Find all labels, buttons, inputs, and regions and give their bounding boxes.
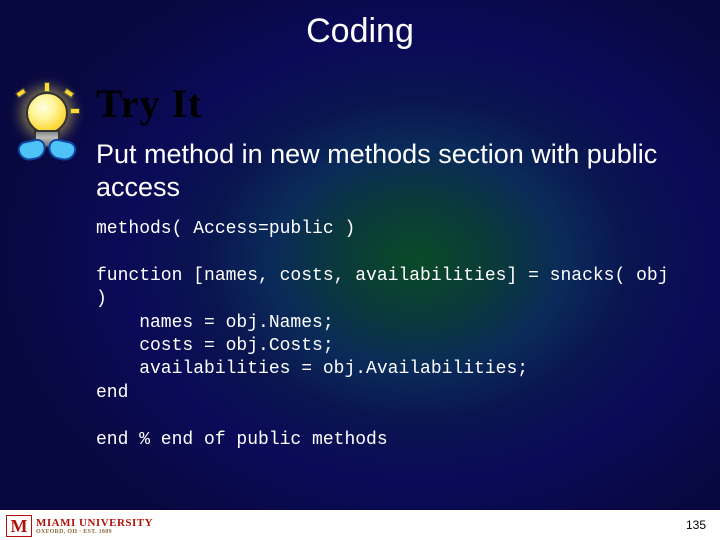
instruction-text: Put method in new methods section with p… xyxy=(96,138,690,204)
logo-name: MIAMI UNIVERSITY xyxy=(36,517,153,529)
try-it-heading: Try It xyxy=(96,80,202,127)
footer-bar: M MIAMI UNIVERSITY OXFORD, OH · EST. 180… xyxy=(0,510,720,540)
code-block: methods( Access=public ) function [names… xyxy=(96,218,700,452)
page-number: 135 xyxy=(686,518,706,532)
university-logo: M MIAMI UNIVERSITY OXFORD, OH · EST. 180… xyxy=(6,515,153,537)
lightbulb-hands-icon xyxy=(12,86,84,168)
slide-title: Coding xyxy=(0,12,720,51)
logo-mark: M xyxy=(6,515,32,537)
logo-subtitle: OXFORD, OH · EST. 1809 xyxy=(36,529,153,535)
